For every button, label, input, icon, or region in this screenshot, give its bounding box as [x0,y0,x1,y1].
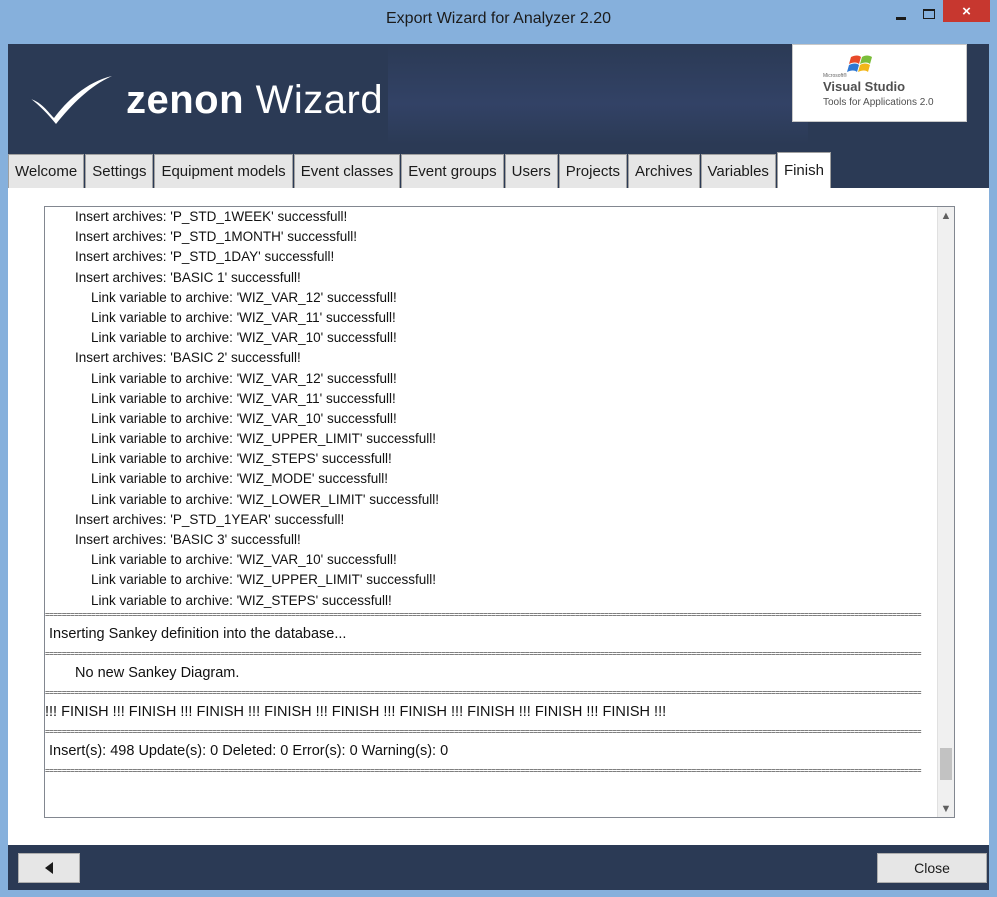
log-line: Insert archives: 'P_STD_1MONTH' successf… [75,229,357,245]
tab-strip: Welcome Settings Equipment models Event … [8,144,989,188]
zenon-logo-icon [29,76,112,124]
log-line: Link variable to archive: 'WIZ_STEPS' su… [91,451,392,467]
tab-settings[interactable]: Settings [85,154,154,188]
log-line: Insert archives: 'P_STD_1WEEK' successfu… [75,209,348,224]
back-arrow-icon [45,862,53,874]
brand-rest: Wizard [244,78,384,122]
wizard-window: Export Wizard for Analyzer 2.20 × zenon … [0,0,997,897]
client-area: zenon Wizard Microsoft® Visual Studio To… [8,44,989,890]
finish-banner-message: !!! FINISH !!! FINISH !!! FINISH !!! FIN… [45,703,667,720]
tab-list: Welcome Settings Equipment models Event … [8,152,832,188]
banner-shade [388,44,808,144]
tab-projects[interactable]: Projects [558,154,627,188]
minimize-button[interactable] [888,0,914,28]
sankey-inserting-message: Inserting Sankey definition into the dat… [49,625,347,642]
tab-users[interactable]: Users [504,154,558,188]
log-line: Insert archives: 'P_STD_1YEAR' successfu… [75,511,345,527]
log-line: Link variable to archive: 'WIZ_VAR_10' s… [91,330,397,346]
log-separator: ========================================… [45,610,922,619]
log-line: Link variable to archive: 'WIZ_STEPS' su… [91,592,392,608]
log-line: Link variable to archive: 'WIZ_VAR_10' s… [91,552,397,568]
vs-subtitle: Tools for Applications 2.0 [823,97,934,108]
vs-title: Visual Studio [823,79,906,94]
wizard-banner: zenon Wizard Microsoft® Visual Studio To… [8,44,989,144]
log-scrollbar[interactable]: ▲ ▼ [937,207,954,817]
scroll-thumb[interactable] [940,748,952,780]
tab-event-groups[interactable]: Event groups [401,154,504,188]
log-line: Insert archives: 'BASIC 3' successfull! [75,532,301,547]
tab-archives[interactable]: Archives [627,154,700,188]
wizard-footer: Close [8,845,989,890]
log-lines: Insert archives: 'P_STD_1WEEK' successfu… [45,207,940,775]
log-line: Link variable to archive: 'WIZ_LOWER_LIM… [91,491,440,507]
log-line: Link variable to archive: 'WIZ_MODE' suc… [91,471,388,487]
log-output[interactable]: Insert archives: 'P_STD_1WEEK' successfu… [44,206,955,818]
tab-welcome[interactable]: Welcome [8,154,85,188]
tab-variables[interactable]: Variables [700,154,776,188]
vsta-badge: Microsoft® Visual Studio Tools for Appli… [792,44,967,122]
brand-title: zenon Wizard [126,78,383,123]
log-separator: ========================================… [45,766,922,775]
brand-bold: zenon [126,78,245,122]
window-title: Export Wizard for Analyzer 2.20 [386,10,611,27]
log-separator: ========================================… [45,649,922,658]
tab-event-classes[interactable]: Event classes [293,154,401,188]
scroll-up-icon[interactable]: ▲ [938,207,954,224]
log-line: Insert archives: 'BASIC 2' successfull! [75,350,301,366]
tab-finish[interactable]: Finish [776,152,831,188]
back-button[interactable] [18,853,80,883]
log-line: Insert archives: 'P_STD_1DAY' successful… [75,249,335,265]
log-line: Link variable to archive: 'WIZ_VAR_12' s… [91,289,397,305]
summary-message: Insert(s): 498 Update(s): 0 Deleted: 0 E… [49,742,449,759]
log-line: Link variable to archive: 'WIZ_VAR_11' s… [91,309,396,325]
log-separator: ========================================… [45,688,922,697]
minimize-icon [896,16,906,20]
log-line: Link variable to archive: 'WIZ_VAR_11' s… [91,390,396,406]
log-line: Link variable to archive: 'WIZ_VAR_10' s… [91,410,397,426]
maximize-icon [923,9,935,19]
close-button[interactable]: Close [877,853,987,883]
log-line: Link variable to archive: 'WIZ_VAR_12' s… [91,370,397,386]
sankey-result-message: No new Sankey Diagram. [75,664,240,681]
scroll-down-icon[interactable]: ▼ [938,800,954,817]
log-separator: ========================================… [45,727,922,736]
log-line: Link variable to archive: 'WIZ_UPPER_LIM… [91,431,437,447]
finish-tab-panel: Insert archives: 'P_STD_1WEEK' successfu… [8,188,989,845]
tab-equipment-models[interactable]: Equipment models [154,154,293,188]
close-window-button[interactable]: × [943,0,990,22]
title-bar: Export Wizard for Analyzer 2.20 × [0,0,997,44]
log-line: Link variable to archive: 'WIZ_UPPER_LIM… [91,572,437,588]
log-line: Insert archives: 'BASIC 1' successfull! [75,269,301,285]
windows-flag-icon [847,55,872,72]
maximize-button[interactable] [916,0,942,28]
